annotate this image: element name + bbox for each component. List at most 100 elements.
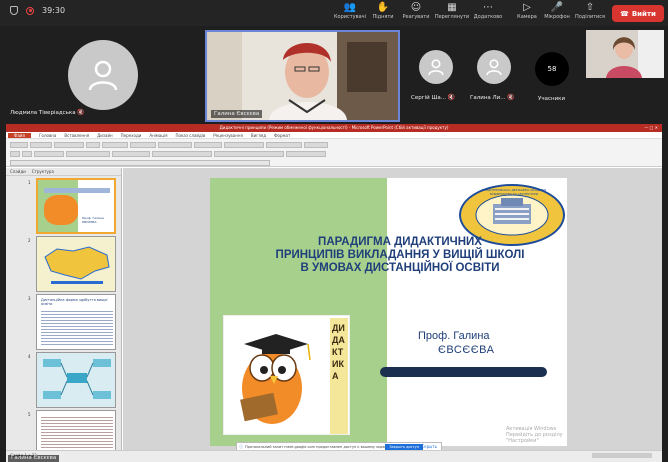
ribbon-row-2 (10, 150, 326, 158)
ribbon-button[interactable] (112, 151, 150, 157)
tab-slides[interactable]: Слайди (10, 169, 26, 174)
mic-off-icon: 🔇 (447, 94, 456, 101)
participants-overflow-tile[interactable]: 58 Учасники (526, 30, 581, 122)
ribbon-button[interactable] (152, 151, 212, 157)
avatar (477, 50, 511, 84)
mic-off-icon: 🔇 (77, 109, 85, 116)
share-button[interactable]: ⇧ Поділитися (572, 2, 608, 20)
slide-thumbnail-1[interactable]: Проф. Галина ЄВСЄЄВА (36, 178, 116, 234)
ukraine-map-thumb (44, 246, 110, 284)
slides-pane-tabs: Слайди Структура (6, 168, 121, 176)
view-button[interactable]: ▦ Переглянути (434, 2, 470, 20)
toolbar-group-media: ▷ Камера 🎤 Мікрофон ⇧ Поділитися (512, 2, 608, 20)
slide-decor-bar (380, 367, 547, 377)
ribbon-button[interactable] (102, 142, 128, 148)
current-slide[interactable]: ПРИДНІПРОВСЬКА ДЕРЖАВНА АКАДЕМІЯ БУДІВНИ… (210, 178, 567, 446)
slide-author-surname: ЄВСЄЄВА (438, 344, 495, 356)
slide-number: 4 (28, 354, 31, 359)
record-icon (26, 6, 34, 15)
tab-format[interactable]: Формат (274, 133, 290, 138)
ribbon-button[interactable] (224, 142, 264, 148)
users-button[interactable]: 👥 Користувачі (332, 2, 368, 20)
slide-canvas-area: ПРИДНІПРОВСЬКА ДЕРЖАВНА АКАДЕМІЯ БУДІВНИ… (123, 168, 662, 452)
ribbon-button[interactable] (266, 142, 302, 148)
participant-name: Галина Євсєєва (211, 110, 263, 118)
tab-design[interactable]: Дизайн (97, 133, 113, 138)
ppt-window-title: Дидактичні принципи (Режим обмеженої фун… (219, 125, 449, 130)
ribbon-button[interactable] (214, 151, 284, 157)
slide-title: ПАРАДИГМА ДИДАКТИЧНИХ ПРИНЦИПІВ ВИКЛАДАН… (275, 236, 525, 274)
leave-label: Вийти (631, 9, 656, 18)
slide-author-prefix: Проф. Галина (418, 330, 490, 342)
meeting-info: 39:30 (10, 6, 65, 15)
self-view-tile[interactable] (586, 30, 664, 78)
font-size-select[interactable] (86, 142, 100, 148)
shared-screen: Дидактичні принципи (Режим обмеженої фун… (6, 124, 662, 462)
ppt-statusbar: Слайд 1 з 22 (6, 450, 662, 462)
tab-slideshow[interactable]: Показ слайдів (176, 133, 206, 138)
meeting-timer: 39:30 (42, 6, 66, 15)
ribbon-button[interactable] (22, 151, 32, 157)
tab-review[interactable]: Рецензування (213, 133, 243, 138)
participant-name: Людмила Тіверіадська 🔇 (10, 109, 85, 116)
users-icon: 👥 (343, 2, 357, 13)
hide-banner-button[interactable]: Скрыть (421, 444, 437, 449)
share-icon: ⇧ (585, 2, 595, 13)
avatar (419, 50, 453, 84)
participants-count: 58 (535, 52, 569, 86)
toolbar-group-main: 👥 Користувачі ✋ Підняти ☺ Реагувати ▦ Пе… (332, 2, 506, 20)
tab-insert[interactable]: Вставлення (64, 133, 89, 138)
slides-pane: Слайди Структура 1 Проф. Галина ЄВСЄЄВА … (6, 168, 122, 458)
tab-outline[interactable]: Структура (32, 169, 54, 174)
thumb-title: Дистанційна форма здобуття вищої освіти (41, 298, 108, 306)
participant-tile-left[interactable]: Людмила Тіверіадська 🔇 (6, 30, 200, 122)
users-label: Користувачі (333, 14, 366, 20)
ribbon-button[interactable] (194, 142, 222, 148)
meeting-window: 39:30 👥 Користувачі ✋ Підняти ☺ Реагуват… (0, 0, 668, 462)
microphone-button[interactable]: 🎤 Мікрофон (542, 2, 572, 20)
window-controls-icon[interactable]: — □ ✕ (644, 124, 658, 132)
participant-tile-speaker[interactable]: Галина Євсєєва (205, 30, 400, 122)
ribbon-button[interactable] (66, 151, 110, 157)
banner-text: Протокольний запит meet.google.com предо… (245, 445, 390, 449)
more-button[interactable]: ⋯ Додатково (470, 2, 506, 20)
camera-button[interactable]: ▷ Камера (512, 2, 542, 20)
participants-label: Учасники (538, 96, 566, 102)
camera-label: Камера (517, 14, 537, 20)
tab-animation[interactable]: Анімація (149, 133, 167, 138)
raise-hand-label: Підняти (372, 14, 394, 20)
ribbon-button[interactable] (30, 142, 52, 148)
ribbon-button[interactable] (130, 142, 156, 148)
tab-view[interactable]: Вигляд (251, 133, 266, 138)
participant-tile-small1[interactable]: Сергій Ша... 🔇 (405, 30, 465, 122)
leave-button[interactable]: ☎ Вийти (612, 5, 664, 22)
participant-tile-small2[interactable]: Галина Ли... 🔇 (466, 30, 524, 122)
paste-button[interactable] (10, 142, 28, 148)
font-select[interactable] (54, 142, 84, 148)
ribbon-row-3 (10, 159, 270, 167)
tab-home[interactable]: Головна (39, 133, 56, 138)
ribbon-button[interactable] (158, 142, 192, 148)
mic-off-icon: 🔇 (507, 94, 515, 101)
speaker-video (207, 32, 398, 120)
ribbon-button[interactable] (304, 142, 328, 148)
more-icon: ⋯ (483, 2, 493, 13)
presenter-name-label: Галина Євсєєва (8, 455, 60, 462)
user-silhouette-icon (486, 59, 502, 76)
microphone-label: Мікрофон (544, 14, 570, 20)
slide-thumbnail-5[interactable] (36, 410, 116, 454)
zoom-slider[interactable] (592, 453, 652, 458)
ribbon-button[interactable] (286, 151, 326, 157)
react-button[interactable]: ☺ Реагувати (398, 2, 434, 20)
tab-file[interactable]: Файл (8, 132, 32, 138)
tab-transitions[interactable]: Переходи (121, 133, 142, 138)
slide-thumbnail-2[interactable] (36, 236, 116, 292)
shield-icon[interactable] (10, 6, 18, 15)
slide-thumbnail-4[interactable] (36, 352, 116, 408)
ribbon-button[interactable] (34, 151, 64, 157)
raise-hand-button[interactable]: ✋ Підняти (368, 2, 398, 20)
slide-thumbnail-3[interactable]: Дистанційна форма здобуття вищої освіти (36, 294, 116, 350)
thumb-caption: Проф. Галина ЄВСЄЄВА (82, 216, 104, 224)
diagram-thumb (43, 359, 111, 399)
ribbon-button[interactable] (10, 151, 20, 157)
